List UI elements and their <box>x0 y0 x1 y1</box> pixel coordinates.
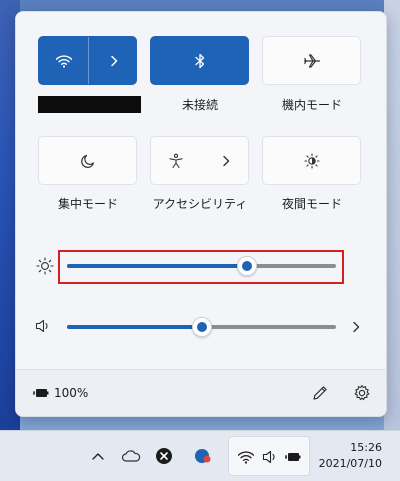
bluetooth-tile[interactable] <box>150 36 249 85</box>
wifi-toggle[interactable] <box>39 37 88 84</box>
app-tray-icon[interactable] <box>194 447 212 465</box>
chevron-right-icon <box>222 155 229 166</box>
night-light-icon <box>303 152 320 169</box>
battery-charging-icon <box>33 389 49 397</box>
wifi-icon <box>55 54 72 68</box>
moon-icon <box>80 154 94 168</box>
show-hidden-icons-chevron-icon[interactable] <box>91 451 105 461</box>
system-tray-quick-settings-button[interactable] <box>228 436 310 476</box>
chevron-right-icon <box>110 55 117 66</box>
wifi-icon <box>237 451 255 464</box>
wifi-tile[interactable] <box>38 36 137 85</box>
airplane-mode-tile[interactable] <box>262 36 361 85</box>
night-light-tile[interactable] <box>262 136 361 185</box>
accessibility-toggle[interactable] <box>151 137 200 184</box>
accessibility-expand-button[interactable] <box>201 137 250 184</box>
accessibility-icon <box>168 153 183 168</box>
focus-mode-label: 集中モード <box>57 197 118 211</box>
bluetooth-icon <box>194 53 204 68</box>
quick-settings-footer: 100% <box>16 369 386 416</box>
taskbar: 15:26 2021/07/10 <box>0 430 400 481</box>
close-circle-app-icon[interactable] <box>155 447 173 465</box>
focus-mode-tile[interactable] <box>38 136 137 185</box>
quick-settings-panel: 未接続 機内モード 集中モード アクセシビリティ 夜間モード 100% <box>15 11 387 417</box>
brightness-icon <box>36 257 54 275</box>
speaker-icon <box>262 450 275 464</box>
airplane-mode-label: 機内モード <box>281 98 342 112</box>
audio-output-chevron-icon[interactable] <box>352 321 360 333</box>
wifi-label-redacted <box>38 96 141 113</box>
accessibility-tile[interactable] <box>150 136 249 185</box>
volume-slider-thumb[interactable] <box>191 317 212 337</box>
wifi-expand-button[interactable] <box>89 37 138 84</box>
battery-charging-icon <box>285 453 301 461</box>
clock-time: 15:26 <box>350 441 382 454</box>
accessibility-label: アクセシビリティ <box>152 197 248 211</box>
speaker-icon[interactable] <box>35 319 51 333</box>
clock-date: 2021/07/10 <box>318 457 382 470</box>
battery-percentage: 100% <box>54 386 89 400</box>
airplane-icon <box>303 53 320 68</box>
night-light-label: 夜間モード <box>281 197 342 211</box>
volume-slider[interactable] <box>67 317 336 337</box>
edit-pencil-icon[interactable] <box>311 384 329 402</box>
bluetooth-label: 未接続 <box>181 98 218 112</box>
taskbar-clock[interactable]: 15:26 2021/07/10 <box>319 440 382 472</box>
volume-slider-fill <box>67 325 202 329</box>
settings-gear-icon[interactable] <box>353 384 371 402</box>
onedrive-cloud-icon[interactable] <box>121 449 141 463</box>
highlight-box <box>58 250 344 284</box>
